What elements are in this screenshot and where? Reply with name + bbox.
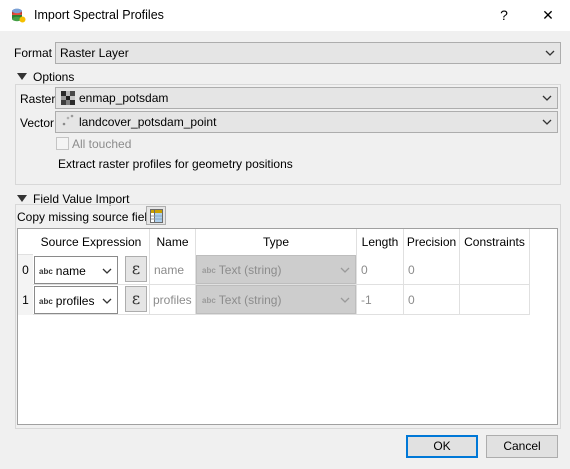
source-expression-cell: abc name ε: [33, 255, 150, 285]
source-expression-cell: abc profiles ε: [33, 285, 150, 315]
field-name-cell[interactable]: name: [150, 255, 196, 285]
expression-button[interactable]: ε: [125, 256, 147, 282]
table-corner: [18, 229, 33, 255]
title-bar: Import Spectral Profiles ? ✕: [0, 0, 570, 31]
expression-button[interactable]: ε: [125, 286, 147, 312]
abc-text-type-icon: abc: [202, 266, 216, 275]
type-cell: abc Text (string): [196, 285, 357, 315]
chevron-down-icon: [102, 298, 112, 304]
row-index: 1: [18, 285, 33, 315]
column-header-length[interactable]: Length: [357, 229, 404, 255]
type-value: Text (string): [218, 293, 282, 307]
constraints-cell[interactable]: [460, 285, 530, 315]
precision-cell[interactable]: 0: [404, 255, 460, 285]
field-name-cell[interactable]: profiles: [150, 285, 196, 315]
options-section-toggle[interactable]: Options: [17, 70, 74, 84]
window-title: Import Spectral Profiles: [34, 8, 164, 22]
abc-text-type-icon: abc: [39, 297, 53, 306]
length-cell[interactable]: 0: [357, 255, 404, 285]
collapse-triangle-icon: [17, 73, 27, 80]
field-mapping-table: Source Expression Name Type Length Preci…: [17, 228, 558, 425]
copy-missing-label: Copy missing source fields: [17, 210, 160, 224]
vector-label: Vector: [20, 116, 55, 130]
raster-layer-icon: [61, 91, 75, 105]
spectral-library-icon: [12, 8, 26, 23]
source-expression-value: name: [55, 264, 86, 278]
cancel-button[interactable]: Cancel: [486, 435, 558, 458]
point-layer-icon: [62, 114, 74, 126]
raster-combobox[interactable]: enmap_potsdam: [55, 87, 558, 109]
constraints-cell[interactable]: [460, 255, 530, 285]
vector-value: landcover_potsdam_point: [79, 115, 217, 129]
copy-fields-button[interactable]: [146, 206, 166, 225]
source-expression-combobox[interactable]: abc name: [34, 256, 118, 284]
type-combobox[interactable]: abc Text (string): [196, 285, 356, 314]
row-header-filler: [18, 315, 33, 424]
column-header-constraints[interactable]: Constraints: [460, 229, 530, 255]
column-header-name[interactable]: Name: [150, 229, 196, 255]
length-cell[interactable]: -1: [357, 285, 404, 315]
column-header-precision[interactable]: Precision: [404, 229, 460, 255]
type-value: Text (string): [218, 263, 282, 277]
chevron-down-icon: [340, 297, 350, 303]
source-expression-combobox[interactable]: abc profiles: [34, 286, 118, 314]
ok-button[interactable]: OK: [406, 435, 478, 458]
type-combobox[interactable]: abc Text (string): [196, 255, 356, 284]
chevron-down-icon: [102, 268, 112, 274]
chevron-down-icon: [545, 50, 555, 56]
row-index: 0: [18, 255, 33, 285]
abc-text-type-icon: abc: [202, 296, 216, 305]
options-header: Options: [33, 70, 75, 84]
chevron-down-icon: [340, 267, 350, 273]
all-touched-checkbox[interactable]: [56, 137, 69, 150]
chevron-down-icon: [542, 119, 552, 125]
abc-text-type-icon: abc: [39, 267, 53, 276]
format-value: Raster Layer: [60, 46, 129, 60]
source-expression-value: profiles: [55, 294, 95, 308]
close-button[interactable]: ✕: [526, 0, 570, 31]
all-touched-label: All touched: [72, 137, 132, 151]
vector-combobox[interactable]: landcover_potsdam_point: [55, 111, 558, 133]
chevron-down-icon: [542, 95, 552, 101]
raster-value: enmap_potsdam: [79, 91, 169, 105]
format-label: Format: [14, 46, 53, 60]
precision-cell[interactable]: 0: [404, 285, 460, 315]
column-header-type[interactable]: Type: [196, 229, 357, 255]
column-header-source-expression[interactable]: Source Expression: [33, 229, 150, 255]
format-combobox[interactable]: Raster Layer: [55, 42, 561, 64]
type-cell: abc Text (string): [196, 255, 357, 285]
collapse-triangle-icon: [17, 195, 27, 202]
help-button[interactable]: ?: [482, 0, 526, 31]
table-copy-icon: [150, 209, 163, 223]
options-description: Extract raster profiles for geometry pos…: [58, 157, 293, 171]
raster-label: Raster: [20, 92, 56, 106]
